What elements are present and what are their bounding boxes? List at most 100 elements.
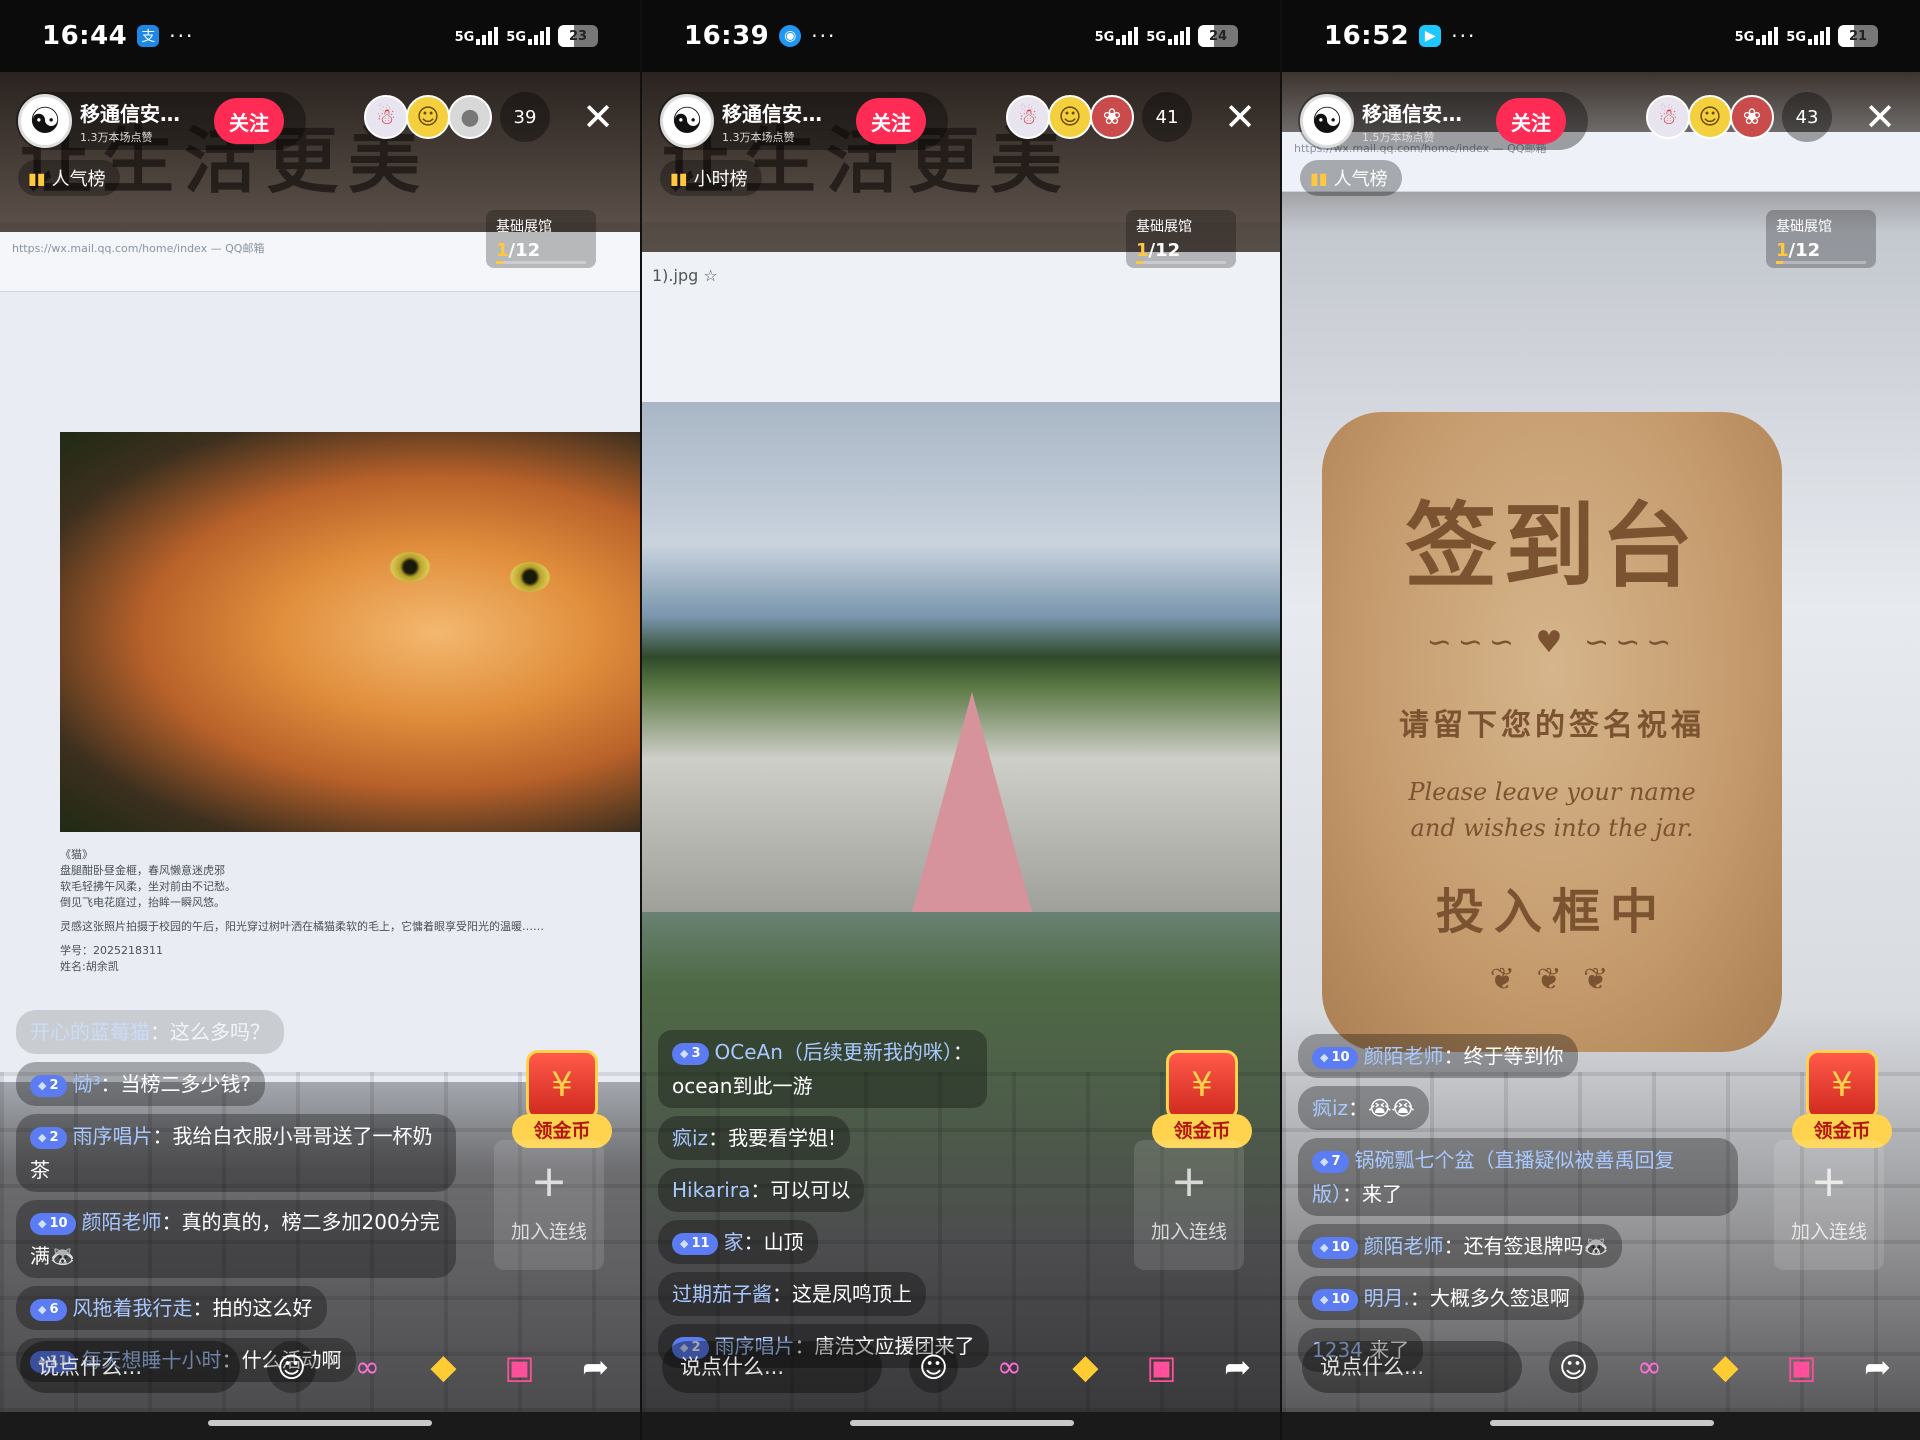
comment-input[interactable]: [1302, 1341, 1522, 1393]
more-dots: ···: [1451, 24, 1477, 48]
share-icon[interactable]: ➦: [571, 1341, 620, 1393]
level-badge: 6: [30, 1299, 67, 1321]
viewer-avatar[interactable]: ❀: [1730, 95, 1774, 139]
viewer-list[interactable]: ☃ ☺ ❀ 41: [1006, 92, 1192, 142]
viewer-avatar[interactable]: ❀: [1090, 95, 1134, 139]
live-screen-2: 16:39 ◉ ··· 5G 5G 24 让生活更美 1).jpg ☆ ☯ 移通…: [640, 0, 1280, 1440]
share-icon[interactable]: ➦: [1853, 1341, 1902, 1393]
share-icon[interactable]: ➦: [1213, 1341, 1262, 1393]
viewer-avatar[interactable]: ☺: [1688, 95, 1732, 139]
live-header: ☯ 移通信安… 1.3万本场点赞 关注 ☃ ☺ ❀ 41 ✕: [642, 88, 1280, 152]
viewer-list[interactable]: ☃ ☺ ❀ 43: [1646, 92, 1832, 142]
battery-icon: 24: [1198, 25, 1238, 47]
chat-message: Hikarira：可以可以: [658, 1168, 1098, 1220]
avatar[interactable]: ☯: [1300, 94, 1354, 148]
emoji-icon[interactable]: ☺: [267, 1341, 316, 1393]
garden-path: [912, 692, 1032, 912]
diamond-icon[interactable]: ◆: [419, 1341, 468, 1393]
close-icon[interactable]: ✕: [1860, 94, 1900, 140]
viewer-avatar[interactable]: ☃: [364, 95, 408, 139]
treasure-chest-icon: ¥: [1806, 1050, 1878, 1120]
chat-message: 开心的蓝莓猫：这么多吗？: [16, 1010, 456, 1062]
signal-group: 5G 5G 23: [455, 25, 598, 47]
link-icon[interactable]: ∞: [1625, 1341, 1674, 1393]
chat-message: 2恸³：当榜二多少钱?: [16, 1062, 456, 1114]
link-icon[interactable]: ∞: [985, 1341, 1034, 1393]
live-screen-1: 16:44 支 ··· 5G 5G 23 让生活更美 https://wx.ma…: [0, 0, 640, 1440]
join-link-button[interactable]: + 加入连线: [1774, 1140, 1884, 1270]
follow-button[interactable]: 关注: [1496, 98, 1566, 144]
chat-message: 10颜陌老师：真的真的，榜二多加200分完满🦝: [16, 1200, 456, 1286]
avatar[interactable]: ☯: [660, 94, 714, 148]
chat-message: 疯iz：我要看学姐!: [658, 1116, 1098, 1168]
ranking-tag[interactable]: ▮▮ 小时榜: [660, 160, 762, 196]
chat-message: 10颜陌老师：终于等到你: [1298, 1034, 1738, 1086]
viewer-count[interactable]: 39: [500, 92, 550, 142]
comment-input[interactable]: [20, 1341, 240, 1393]
anchor-card[interactable]: ☯ 移通信安… 1.5万本场点赞 关注: [1298, 92, 1588, 150]
home-indicator[interactable]: [1490, 1420, 1714, 1426]
chat-message: 7锅碗瓢七个盆（直播疑似被善禹回复版）：来了: [1298, 1138, 1738, 1224]
viewer-count[interactable]: 43: [1782, 92, 1832, 142]
home-indicator[interactable]: [850, 1420, 1074, 1426]
level-badge: 3: [672, 1043, 709, 1065]
live-screen-3: 16:52 ▶ ··· 5G 5G 21 https://wx.mail.qq.…: [1280, 0, 1920, 1440]
document-text: 《猫》 盘腿酣卧昼金榧，春风懒意迷虎邪 软毛轻拂午风柔，坐对前由不记愁。 倒见飞…: [60, 848, 544, 973]
exhibit-progress[interactable]: 基础展馆 1/12: [1126, 210, 1236, 268]
close-icon[interactable]: ✕: [578, 94, 618, 140]
gift-icon[interactable]: ▣: [495, 1341, 544, 1393]
home-indicator[interactable]: [208, 1420, 432, 1426]
treasure-chest-icon: ¥: [526, 1050, 598, 1120]
diamond-icon[interactable]: ◆: [1701, 1341, 1750, 1393]
viewer-count[interactable]: 41: [1142, 92, 1192, 142]
exhibit-progress-bar: [496, 261, 586, 264]
gift-icon[interactable]: ▣: [1777, 1341, 1826, 1393]
ranking-tag[interactable]: ▮▮ 人气榜: [1300, 160, 1402, 196]
exhibit-count: 1/12: [496, 240, 541, 261]
avatar[interactable]: ☯: [18, 94, 72, 148]
comment-input[interactable]: [662, 1341, 882, 1393]
join-link-label: 加入连线: [1790, 1221, 1867, 1243]
sign-english: Please leave your name and wishes into th…: [1408, 778, 1696, 842]
link-icon[interactable]: ∞: [343, 1341, 392, 1393]
anchor-card[interactable]: ☯ 移通信安… 1.3万本场点赞 关注: [658, 92, 948, 150]
status-time: 16:52: [1324, 21, 1410, 51]
emoji-icon[interactable]: ☺: [1549, 1341, 1598, 1393]
status-time: 16:39: [684, 21, 770, 51]
follow-button[interactable]: 关注: [214, 98, 284, 144]
viewer-avatar[interactable]: ☺: [406, 95, 450, 139]
join-link-button[interactable]: + 加入连线: [494, 1140, 604, 1270]
plus-icon: +: [1170, 1156, 1208, 1207]
viewer-avatar[interactable]: ☃: [1646, 95, 1690, 139]
alipay-icon: 支: [137, 25, 160, 47]
plus-icon: +: [530, 1156, 568, 1207]
exhibit-progress[interactable]: 基础展馆 1/12: [1766, 210, 1876, 268]
live-header: ☯ 移通信安… 1.5万本场点赞 关注 ☃ ☺ ❀ 43 ✕: [1282, 88, 1920, 152]
check-in-sign: 签到台 ∽∽∽ ♥ ∽∽∽ 请留下您的签名祝福 Please leave you…: [1322, 412, 1782, 1052]
close-icon[interactable]: ✕: [1220, 94, 1260, 140]
live-header: ☯ 移通信安… 1.3万本场点赞 关注 ☃ ☺ ● 39 ✕: [0, 88, 640, 152]
exhibit-progress[interactable]: 基础展馆 1/12: [486, 210, 596, 268]
viewer-avatar[interactable]: ☺: [1048, 95, 1092, 139]
signal-group: 5G 5G 24: [1095, 25, 1238, 47]
anchor-likes: 1.3万本场点赞: [722, 130, 795, 144]
sign-subtitle: 请留下您的签名祝福: [1399, 708, 1705, 743]
anchor-name: 移通信安…: [1362, 101, 1462, 126]
viewer-list[interactable]: ☃ ☺ ● 39: [364, 92, 550, 142]
gift-icon[interactable]: ▣: [1137, 1341, 1186, 1393]
anchor-card[interactable]: ☯ 移通信安… 1.3万本场点赞 关注: [16, 92, 306, 150]
bottom-toolbar: ☺ ∞ ◆ ▣ ➦: [1282, 1335, 1920, 1399]
exhibit-progress-bar: [1776, 261, 1866, 264]
diamond-icon[interactable]: ◆: [1061, 1341, 1110, 1393]
chat-list: 开心的蓝莓猫：这么多吗？ 2恸³：当榜二多少钱? 2雨序唱片：我给白衣服小哥哥送…: [16, 1010, 456, 1390]
status-bar: 16:44 支 ··· 5G 5G 23: [0, 0, 640, 72]
follow-button[interactable]: 关注: [856, 98, 926, 144]
signal-icon: 5G: [1735, 27, 1779, 45]
viewer-avatar[interactable]: ●: [448, 95, 492, 139]
viewer-avatar[interactable]: ☃: [1006, 95, 1050, 139]
emoji-icon[interactable]: ☺: [909, 1341, 958, 1393]
signal-group: 5G 5G 21: [1735, 25, 1878, 47]
signal-icon: 5G: [1095, 27, 1139, 45]
ranking-tag[interactable]: ▮▮ 人气榜: [18, 160, 120, 196]
join-link-button[interactable]: + 加入连线: [1134, 1140, 1244, 1270]
